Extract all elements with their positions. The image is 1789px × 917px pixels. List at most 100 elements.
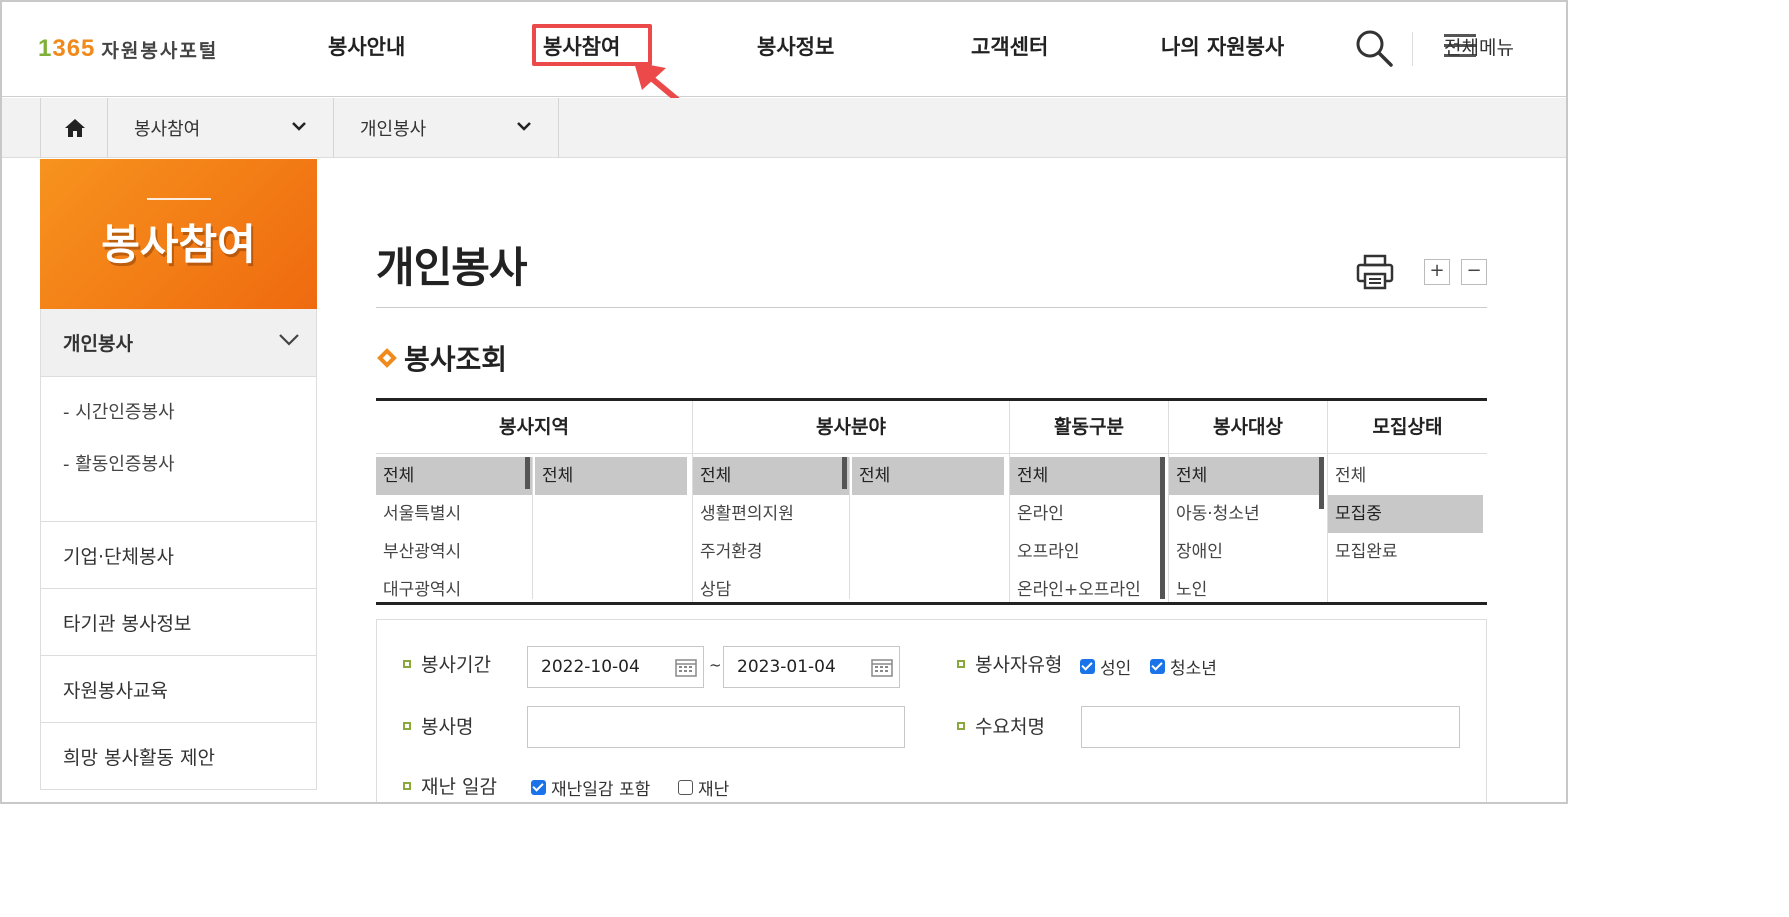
chevron-down-icon — [517, 122, 531, 131]
breadcrumb-level2[interactable]: 개인봉사 — [333, 98, 559, 158]
page-title: 개인봉사 — [376, 243, 528, 292]
disaster-only-label: 재난 — [698, 780, 730, 800]
sidebar-submenu: - 시간인증봉사 - 활동인증봉사 — [41, 377, 316, 522]
start-date-input[interactable]: 2022-10-04 — [527, 646, 704, 688]
nav-customer-center[interactable]: 고객센터 — [971, 32, 1048, 62]
search-icon[interactable] — [1354, 28, 1394, 68]
adult-label: 성인 — [1100, 659, 1132, 679]
zoom-out-button[interactable]: − — [1461, 259, 1487, 285]
list-item[interactable]: 전체 — [535, 457, 687, 495]
org-label: 수요처명 — [957, 712, 1045, 739]
youth-checkbox[interactable]: 청소년 — [1150, 654, 1217, 679]
list-item[interactable]: 노인 — [1169, 571, 1326, 599]
list-item[interactable]: 모집완료 — [1328, 533, 1483, 571]
print-icon[interactable] — [1356, 254, 1394, 290]
filter-header: 모집상태 — [1328, 401, 1487, 454]
site-logo[interactable]: 1365 자원봉사포털 — [38, 32, 218, 66]
region-list[interactable]: 전체 서울특별시 부산광역시 대구광역시 — [376, 457, 533, 599]
period-label: 봉사기간 — [403, 650, 491, 677]
end-date-value: 2023-01-04 — [737, 657, 836, 677]
list-item[interactable]: 아동·청소년 — [1169, 495, 1326, 533]
list-item[interactable]: 서울특별시 — [376, 495, 532, 533]
filter-table: 봉사지역 전체 서울특별시 부산광역시 대구광역시 전체 봉사분야 전체 생활편… — [376, 398, 1487, 605]
subregion-list[interactable]: 전체 — [535, 457, 687, 599]
list-item[interactable]: 주거환경 — [693, 533, 849, 571]
list-item[interactable]: 전체 — [1169, 457, 1319, 495]
calendar-icon[interactable] — [871, 657, 893, 677]
square-bullet-icon — [403, 721, 411, 730]
filter-column-target: 봉사대상 전체 아동·청소년 장애인 노인 — [1169, 401, 1328, 602]
filter-column-field: 봉사분야 전체 생활편의지원 주거환경 상담 전체 — [693, 401, 1010, 602]
end-date-input[interactable]: 2023-01-04 — [723, 646, 900, 688]
sidebar-subitem-time[interactable]: - 시간인증봉사 — [63, 403, 316, 455]
nav-service-guide[interactable]: 봉사안내 — [328, 32, 405, 62]
checkbox-checked-icon — [1080, 659, 1095, 674]
sidebar-title: 봉사참여 — [101, 220, 256, 269]
field-list[interactable]: 전체 생활편의지원 주거환경 상담 — [693, 457, 850, 599]
sidebar-subitem-activity[interactable]: - 활동인증봉사 — [63, 455, 316, 507]
checkbox-checked-icon — [531, 780, 546, 795]
list-item[interactable]: 오프라인 — [1010, 533, 1167, 571]
sidebar-title-bar — [147, 198, 211, 200]
disaster-label-text: 재난 일감 — [421, 776, 497, 798]
list-item[interactable]: 장애인 — [1169, 533, 1326, 571]
scrollbar[interactable] — [525, 457, 530, 489]
activity-list[interactable]: 전체 온라인 오프라인 온라인+오프라인 — [1010, 457, 1167, 599]
status-list[interactable]: 전체 모집중 모집완료 — [1328, 457, 1483, 599]
scrollbar[interactable] — [1319, 457, 1324, 509]
list-item[interactable]: 부산광역시 — [376, 533, 532, 571]
breadcrumb-level1[interactable]: 봉사참여 — [107, 98, 333, 158]
date-separator: ~ — [709, 656, 722, 674]
filter-column-region: 봉사지역 전체 서울특별시 부산광역시 대구광역시 전체 — [376, 401, 693, 602]
org-name-input[interactable] — [1081, 706, 1460, 748]
service-name-input[interactable] — [527, 706, 905, 748]
sidebar-item-proposal[interactable]: 희망 봉사활동 제안 — [41, 723, 316, 790]
sidebar-item-education[interactable]: 자원봉사교육 — [41, 656, 316, 723]
filter-column-activity: 활동구분 전체 온라인 오프라인 온라인+오프라인 — [1010, 401, 1169, 602]
nav-my-volunteer[interactable]: 나의 자원봉사 — [1161, 32, 1284, 62]
sidebar-item-individual[interactable]: 개인봉사 — [41, 309, 316, 377]
logo-text: 자원봉사포털 — [101, 39, 219, 62]
list-item[interactable]: 전체 — [1328, 457, 1483, 495]
sidebar-item-corporate[interactable]: 기업·단체봉사 — [41, 522, 316, 589]
list-item[interactable]: 생활편의지원 — [693, 495, 849, 533]
square-bullet-icon — [957, 659, 965, 668]
disaster-include-checkbox[interactable]: 재난일감 포함 — [531, 775, 650, 800]
period-label-text: 봉사기간 — [421, 654, 491, 676]
square-bullet-icon — [957, 721, 965, 730]
all-menu-button[interactable]: 전체메뉴 — [1444, 32, 1514, 60]
list-item[interactable]: 전체 — [1010, 457, 1160, 495]
calendar-icon[interactable] — [675, 657, 697, 677]
scrollbar[interactable] — [842, 457, 847, 489]
list-item[interactable]: 전체 — [693, 457, 849, 495]
breadcrumb-home[interactable] — [40, 98, 108, 158]
list-item[interactable]: 모집중 — [1328, 495, 1483, 533]
org-label-text: 수요처명 — [975, 716, 1045, 738]
list-item[interactable]: 상담 — [693, 571, 849, 599]
scrollbar[interactable] — [1160, 457, 1165, 599]
list-item[interactable]: 대구광역시 — [376, 571, 532, 599]
subfield-list[interactable]: 전체 — [852, 457, 1004, 599]
nav-service-info[interactable]: 봉사정보 — [757, 32, 834, 62]
list-item[interactable]: 전체 — [376, 457, 532, 495]
sidebar-menu: 개인봉사 - 시간인증봉사 - 활동인증봉사 기업·단체봉사 타기관 봉사정보 … — [40, 309, 317, 790]
filter-header: 봉사분야 — [693, 401, 1009, 454]
top-header: 1365 자원봉사포털 봉사안내 봉사참여 봉사정보 고객센터 나의 자원봉사 … — [2, 2, 1566, 125]
zoom-in-button[interactable]: + — [1424, 259, 1450, 285]
list-item[interactable]: 온라인 — [1010, 495, 1167, 533]
breadcrumb-level2-label: 개인봉사 — [360, 119, 427, 140]
name-label: 봉사명 — [403, 712, 473, 739]
list-item[interactable]: 전체 — [852, 457, 1004, 495]
checkbox-checked-icon — [1150, 659, 1165, 674]
filter-header: 봉사지역 — [376, 401, 692, 454]
target-list[interactable]: 전체 아동·청소년 장애인 노인 — [1169, 457, 1326, 599]
adult-checkbox[interactable]: 성인 — [1080, 654, 1131, 679]
filter-header: 활동구분 — [1010, 401, 1168, 454]
sidebar-item-label: 개인봉사 — [63, 333, 133, 355]
chevron-down-icon — [292, 122, 306, 131]
disaster-only-checkbox[interactable]: 재난 — [678, 775, 729, 800]
diamond-bullet-icon — [377, 348, 397, 368]
list-item[interactable]: 온라인+오프라인 — [1010, 571, 1167, 599]
square-bullet-icon — [403, 781, 411, 790]
sidebar-item-other-org[interactable]: 타기관 봉사정보 — [41, 589, 316, 656]
